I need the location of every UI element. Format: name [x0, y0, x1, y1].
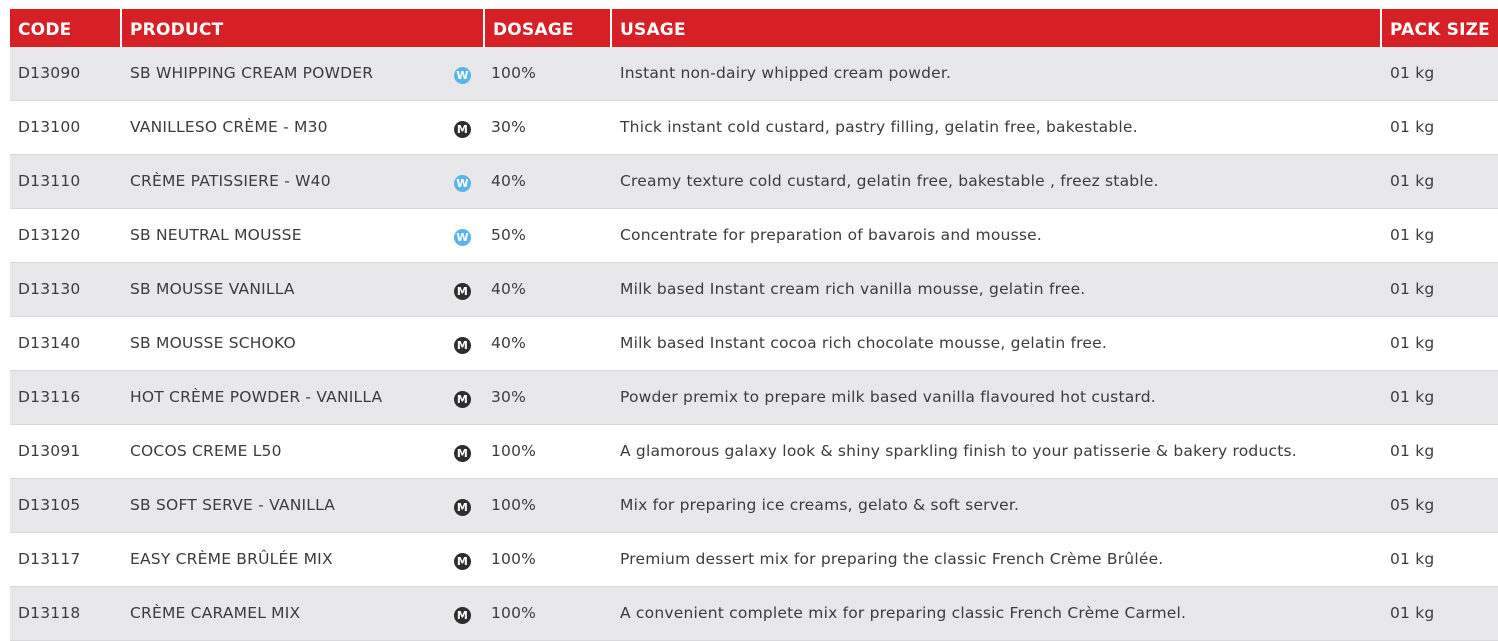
pack-size-cell: 01 kg: [1390, 172, 1435, 190]
code-cell: D13090: [18, 64, 81, 82]
table-row: D13118 CRÈME CARAMEL MIX 100% A convenient …: [10, 587, 1498, 641]
m-badge-icon: M: [454, 391, 471, 408]
usage-cell: Thick instant cold custard, pastry filli…: [620, 118, 1138, 136]
product-cell: CRÈME PATISSIERE - W40: [130, 172, 331, 190]
badge-icon-wrap: M: [454, 281, 471, 300]
code-cell: D13130: [18, 280, 81, 298]
dosage-cell: 100%: [491, 442, 537, 460]
table-row: D13100 VANILLESO CRÈME - M30 30% Thick inst…: [10, 101, 1498, 155]
dosage-cell: 40%: [491, 334, 527, 352]
product-table: CODE PRODUCT DOSAGE USAGE PACK SIZE D130…: [10, 9, 1498, 641]
m-badge-icon: M: [454, 283, 471, 300]
table-row: D13130 SB MOUSSE VANILLA 40% Milk based Ins…: [10, 263, 1498, 317]
m-badge-icon: M: [454, 607, 471, 624]
dosage-cell: 40%: [491, 280, 527, 298]
badge-icon-wrap: M: [454, 497, 471, 516]
product-cell: SB WHIPPING CREAM POWDER: [130, 64, 374, 82]
table-header: CODE PRODUCT DOSAGE USAGE PACK SIZE: [10, 9, 1498, 47]
usage-cell: Creamy texture cold custard, gelatin fre…: [620, 172, 1159, 190]
product-cell: VANILLESO CRÈME - M30: [130, 118, 328, 136]
badge-icon-wrap: M: [454, 389, 471, 408]
dosage-cell: 30%: [491, 388, 527, 406]
usage-cell: Milk based Instant cocoa rich chocolate …: [620, 334, 1107, 352]
header-dosage: DOSAGE: [493, 20, 574, 40]
dosage-cell: 40%: [491, 172, 527, 190]
pack-size-cell: 05 kg: [1390, 496, 1435, 514]
dosage-cell: 50%: [491, 226, 527, 244]
badge-icon-wrap: W: [454, 65, 471, 84]
table-row: D13105 SB SOFT SERVE - VANILLA 100% Mix for…: [10, 479, 1498, 533]
pack-size-cell: 01 kg: [1390, 64, 1435, 82]
usage-cell: A glamorous galaxy look & shiny sparklin…: [620, 442, 1297, 460]
dosage-cell: 100%: [491, 550, 537, 568]
code-cell: D13117: [18, 550, 81, 568]
m-badge-icon: M: [454, 553, 471, 570]
code-cell: D13116: [18, 388, 81, 406]
badge-icon-wrap: M: [454, 335, 471, 354]
dosage-cell: 100%: [491, 64, 537, 82]
product-cell: HOT CRÈME POWDER - VANILLA: [130, 388, 383, 406]
pack-size-cell: 01 kg: [1390, 442, 1435, 460]
code-cell: D13120: [18, 226, 81, 244]
header-pack-size: PACK SIZE: [1390, 20, 1490, 40]
table-row: D13140 SB MOUSSE SCHOKO 40% Milk based Inst…: [10, 317, 1498, 371]
code-cell: D13118: [18, 604, 81, 622]
w-badge-icon: W: [454, 67, 471, 84]
pack-size-cell: 01 kg: [1390, 280, 1435, 298]
table-row: D13090 SB WHIPPING CREAM POWDER 100% Instan…: [10, 47, 1498, 101]
m-badge-icon: M: [454, 499, 471, 516]
table-row: D13110 CRÈME PATISSIERE - W40 40% Creamy te…: [10, 155, 1498, 209]
m-badge-icon: M: [454, 445, 471, 462]
product-cell: CRÈME CARAMEL MIX: [130, 604, 301, 622]
table-row: D13116 HOT CRÈME POWDER - VANILLA 30% Powde…: [10, 371, 1498, 425]
badge-icon-wrap: M: [454, 605, 471, 624]
header-product: PRODUCT: [130, 20, 224, 40]
usage-cell: Concentrate for preparation of bavarois …: [620, 226, 1042, 244]
product-cell: SB MOUSSE SCHOKO: [130, 334, 296, 352]
code-cell: D13140: [18, 334, 81, 352]
product-cell: SB MOUSSE VANILLA: [130, 280, 295, 298]
badge-icon-wrap: M: [454, 443, 471, 462]
product-cell: COCOS CREME L50: [130, 442, 282, 460]
badge-icon-wrap: M: [454, 551, 471, 570]
usage-cell: Mix for preparing ice creams, gelato & s…: [620, 496, 1020, 514]
pack-size-cell: 01 kg: [1390, 604, 1435, 622]
table-row: D13120 SB NEUTRAL MOUSSE 50% Concentrate fo…: [10, 209, 1498, 263]
pack-size-cell: 01 kg: [1390, 226, 1435, 244]
usage-cell: Instant non-dairy whipped cream powder.: [620, 64, 952, 82]
w-badge-icon: W: [454, 175, 471, 192]
m-badge-icon: M: [454, 337, 471, 354]
code-cell: D13091: [18, 442, 81, 460]
usage-cell: Premium dessert mix for preparing the cl…: [620, 550, 1164, 568]
header-code: CODE: [18, 20, 72, 40]
code-cell: D13100: [18, 118, 81, 136]
code-cell: D13105: [18, 496, 81, 514]
product-cell: SB NEUTRAL MOUSSE: [130, 226, 302, 244]
badge-icon-wrap: M: [454, 119, 471, 138]
dosage-cell: 30%: [491, 118, 527, 136]
usage-cell: Milk based Instant cream rich vanilla mo…: [620, 280, 1086, 298]
product-cell: SB SOFT SERVE - VANILLA: [130, 496, 336, 514]
badge-icon-wrap: W: [454, 227, 471, 246]
w-badge-icon: W: [454, 229, 471, 246]
code-cell: D13110: [18, 172, 81, 190]
table-row: D13091 COCOS CREME L50 100% A glamorous gal…: [10, 425, 1498, 479]
product-cell: EASY CRÈME BRÛLÉE MIX: [130, 550, 333, 568]
table-body: D13090 SB WHIPPING CREAM POWDER 100% Instan…: [10, 47, 1498, 641]
usage-cell: A convenient complete mix for preparing …: [620, 604, 1187, 622]
dosage-cell: 100%: [491, 496, 537, 514]
table-row: D13117 EASY CRÈME BRÛLÉE MIX 100% Premium d…: [10, 533, 1498, 587]
pack-size-cell: 01 kg: [1390, 550, 1435, 568]
m-badge-icon: M: [454, 121, 471, 138]
dosage-cell: 100%: [491, 604, 537, 622]
usage-cell: Powder premix to prepare milk based vani…: [620, 388, 1156, 406]
pack-size-cell: 01 kg: [1390, 118, 1435, 136]
badge-icon-wrap: W: [454, 173, 471, 192]
header-usage: USAGE: [620, 20, 686, 40]
pack-size-cell: 01 kg: [1390, 388, 1435, 406]
pack-size-cell: 01 kg: [1390, 334, 1435, 352]
